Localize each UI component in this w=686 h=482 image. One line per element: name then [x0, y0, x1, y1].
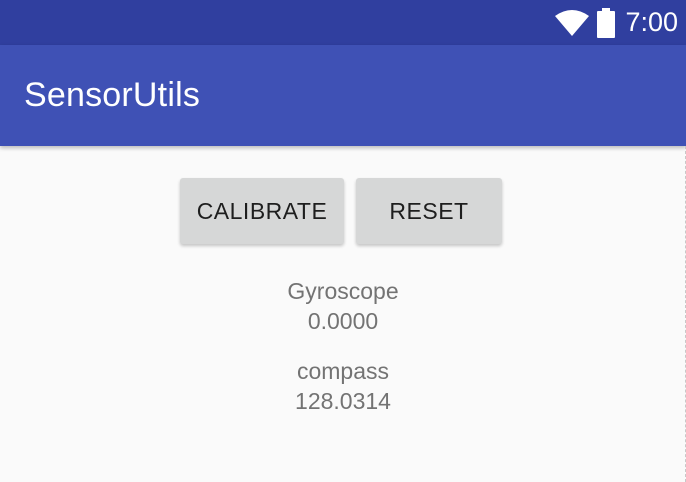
gyroscope-label: Gyroscope: [287, 278, 399, 304]
app-toolbar: SensorUtils: [0, 45, 686, 146]
compass-readout: compass 128.0314: [0, 356, 686, 416]
reset-button[interactable]: RESET: [356, 178, 502, 244]
battery-icon: [597, 7, 616, 38]
button-row: CALIBRATE RESET: [180, 178, 502, 244]
calibrate-button[interactable]: CALIBRATE: [180, 178, 344, 244]
status-icons: 7:00: [555, 0, 678, 45]
compass-label: compass: [296, 358, 390, 384]
wifi-icon: [555, 9, 590, 36]
gyroscope-readout: Gyroscope 0.0000: [0, 276, 686, 336]
status-bar: 7:00: [0, 0, 686, 45]
compass-value: 128.0314: [295, 388, 391, 414]
app-title: SensorUtils: [24, 76, 201, 114]
status-clock: 7:00: [625, 7, 678, 37]
gyroscope-value: 0.0000: [307, 308, 379, 334]
